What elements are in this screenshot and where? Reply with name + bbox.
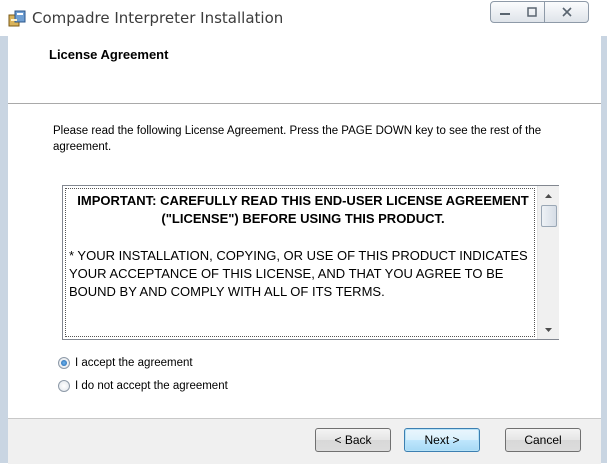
cancel-button[interactable]: Cancel xyxy=(505,428,581,452)
license-paragraph: * YOUR INSTALLATION, COPYING, OR USE OF … xyxy=(69,248,528,299)
decline-label[interactable]: I do not accept the agreement xyxy=(75,380,228,392)
back-button[interactable]: < Back xyxy=(315,428,391,452)
maximize-icon xyxy=(526,7,537,17)
arrow-up-icon xyxy=(545,193,552,198)
license-text-area[interactable]: IMPORTANT: CAREFULLY READ THIS END-USER … xyxy=(65,188,535,337)
scroll-up-button[interactable] xyxy=(538,187,559,204)
license-heading-line-2: ("LICENSE") BEFORE USING THIS PRODUCT. xyxy=(161,211,445,226)
license-scrollbar[interactable] xyxy=(537,186,559,339)
decline-radio[interactable] xyxy=(58,380,70,392)
close-icon xyxy=(561,7,572,17)
title-bar[interactable]: Compadre Interpreter Installation xyxy=(0,0,607,36)
wizard-header: License Agreement xyxy=(8,36,601,104)
license-text-box[interactable]: IMPORTANT: CAREFULLY READ THIS END-USER … xyxy=(62,185,559,340)
scroll-thumb[interactable] xyxy=(541,205,557,227)
close-button[interactable] xyxy=(545,1,589,23)
minimize-button[interactable] xyxy=(490,1,520,23)
accept-option[interactable]: I accept the agreement xyxy=(58,355,193,371)
license-heading: IMPORTANT: CAREFULLY READ THIS END-USER … xyxy=(69,192,537,228)
minimize-icon xyxy=(500,13,510,15)
window-frame-left xyxy=(0,36,8,463)
window-frame-right xyxy=(601,36,607,463)
accept-label[interactable]: I accept the agreement xyxy=(75,357,193,369)
installer-icon xyxy=(8,10,26,28)
arrow-down-icon xyxy=(545,327,552,332)
scroll-down-button[interactable] xyxy=(538,321,559,338)
instructions-text: Please read the following License Agreem… xyxy=(53,125,542,153)
accept-radio[interactable] xyxy=(58,357,70,369)
window-title: Compadre Interpreter Installation xyxy=(32,9,284,27)
license-heading-line-1: IMPORTANT: CAREFULLY READ THIS END-USER … xyxy=(77,193,529,208)
next-button[interactable]: Next > xyxy=(404,428,480,452)
page-title: License Agreement xyxy=(49,47,169,62)
decline-option[interactable]: I do not accept the agreement xyxy=(58,378,228,394)
maximize-button[interactable] xyxy=(519,1,545,23)
